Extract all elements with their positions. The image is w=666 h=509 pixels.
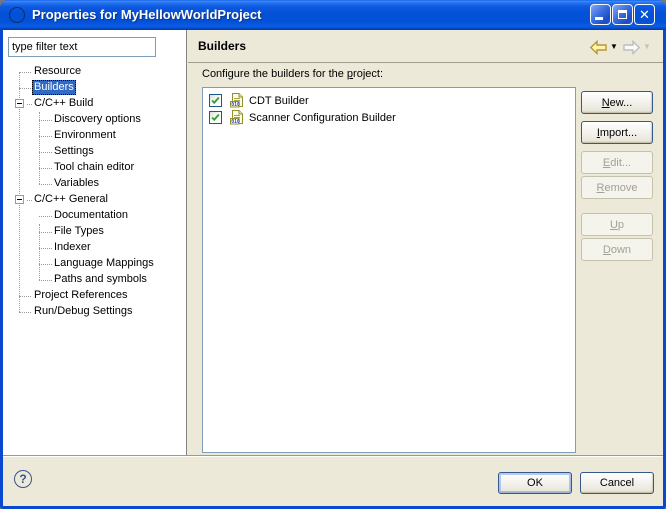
svg-text:010: 010 [231, 119, 240, 125]
tree-item-label: C/C++ General [32, 192, 110, 207]
tree-item-label: Indexer [52, 240, 93, 255]
tree-item-indexer[interactable]: Indexer [3, 240, 186, 256]
tree-item-builders[interactable]: Builders [3, 80, 186, 96]
tree-item-label: Resource [32, 64, 83, 79]
tree-item-label: Paths and symbols [52, 272, 149, 287]
tree-item-label: C/C++ Build [32, 96, 95, 111]
minimize-icon [595, 17, 603, 20]
checkmark-icon [210, 95, 221, 106]
tree-item-label: Settings [52, 144, 96, 159]
tree-item-settings[interactable]: Settings [3, 144, 186, 160]
builder-checkbox[interactable] [209, 94, 222, 107]
properties-dialog: Properties for MyHellowWorldProject ✕ Re… [0, 0, 666, 509]
help-icon: ? [19, 472, 26, 486]
tree-item-c-c-build[interactable]: C/C++ Build [3, 96, 186, 112]
tree-item-language-mappings[interactable]: Language Mappings [3, 256, 186, 272]
forward-dropdown-icon[interactable]: ▼ [643, 43, 651, 51]
dialog-footer: ? OK Cancel [3, 455, 663, 506]
builders-page: Builders ▼ ▼ Configure the builders for … [188, 30, 663, 455]
close-button[interactable]: ✕ [634, 4, 655, 25]
builder-icon: 010 [229, 109, 245, 128]
collapse-toggle-icon[interactable] [15, 195, 24, 204]
help-button[interactable]: ? [14, 470, 32, 488]
preferences-sidebar: Resource Builders C/C++ Build Discovery … [3, 30, 187, 455]
window-title: Properties for MyHellowWorldProject [32, 7, 261, 22]
tree-item-label: Variables [52, 176, 101, 191]
nav-forward[interactable]: ▼ [622, 38, 651, 56]
tree-item-label: Project References [32, 288, 130, 303]
tree-item-documentation[interactable]: Documentation [3, 208, 186, 224]
tree-item-run-debug-settings[interactable]: Run/Debug Settings [3, 304, 186, 320]
tree-item-file-types[interactable]: File Types [3, 224, 186, 240]
builder-row-scanner-configuration-builder[interactable]: 010 Scanner Configuration Builder [203, 109, 575, 126]
back-dropdown-icon[interactable]: ▼ [610, 43, 618, 51]
edit-button[interactable]: Edit... [581, 151, 653, 174]
tree-item-variables[interactable]: Variables [3, 176, 186, 192]
tree-item-resource[interactable]: Resource [3, 64, 186, 80]
builder-checkbox[interactable] [209, 111, 222, 124]
builder-row-cdt-builder[interactable]: 010 CDT Builder [203, 92, 575, 109]
maximize-button[interactable] [612, 4, 633, 25]
tree-item-c-c-general[interactable]: C/C++ General [3, 192, 186, 208]
tree-item-label: File Types [52, 224, 106, 239]
tree-item-label: Builders [32, 80, 76, 95]
forward-arrow-icon [622, 40, 641, 55]
header-separator [188, 62, 663, 63]
builders-list[interactable]: 010 CDT Builder 010 Scanner Configuratio… [202, 87, 576, 453]
title-bar[interactable]: Properties for MyHellowWorldProject ✕ [0, 0, 666, 30]
tree-item-discovery-options[interactable]: Discovery options [3, 112, 186, 128]
svg-text:010: 010 [231, 102, 240, 108]
close-icon: ✕ [639, 8, 650, 21]
tree-item-tool-chain-editor[interactable]: Tool chain editor [3, 160, 186, 176]
builders-description: Configure the builders for the project: [202, 68, 383, 80]
import-button[interactable]: Import... [581, 121, 653, 144]
builder-name: CDT Builder [249, 94, 309, 108]
ok-button[interactable]: OK [498, 472, 572, 494]
preferences-tree: Resource Builders C/C++ Build Discovery … [3, 30, 186, 455]
tree-item-label: Environment [52, 128, 118, 143]
maximize-icon [618, 10, 627, 19]
tree-item-label: Run/Debug Settings [32, 304, 134, 319]
up-button[interactable]: Up [581, 213, 653, 236]
tree-item-environment[interactable]: Environment [3, 128, 186, 144]
tree-item-project-references[interactable]: Project References [3, 288, 186, 304]
page-title: Builders [198, 39, 246, 53]
cancel-button[interactable]: Cancel [580, 472, 654, 494]
new-button[interactable]: New... [581, 91, 653, 114]
tree-item-label: Language Mappings [52, 256, 156, 271]
tree-item-label: Documentation [52, 208, 130, 223]
nav-back[interactable]: ▼ [589, 38, 618, 56]
dialog-body: Resource Builders C/C++ Build Discovery … [3, 30, 663, 455]
collapse-toggle-icon[interactable] [15, 99, 24, 108]
minimize-button[interactable] [590, 4, 611, 25]
down-button[interactable]: Down [581, 238, 653, 261]
window-icon [9, 7, 25, 23]
checkmark-icon [210, 112, 221, 123]
tree-item-label: Tool chain editor [52, 160, 136, 175]
builder-name: Scanner Configuration Builder [249, 111, 396, 125]
back-arrow-icon [589, 40, 608, 55]
tree-item-paths-and-symbols[interactable]: Paths and symbols [3, 272, 186, 288]
tree-item-label: Discovery options [52, 112, 143, 127]
remove-button[interactable]: Remove [581, 176, 653, 199]
